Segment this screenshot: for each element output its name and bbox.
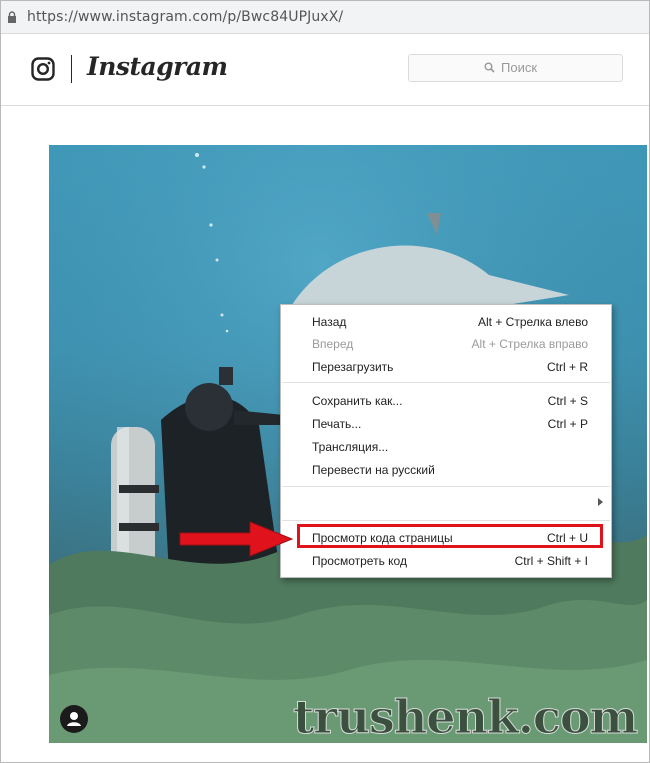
menu-item-label: Вперед	[312, 337, 354, 351]
red-arrow-icon	[179, 521, 294, 557]
menu-item-shortcut: Ctrl + P	[547, 417, 588, 431]
menu-item-label: Сохранить как...	[312, 394, 403, 408]
person-icon	[67, 712, 81, 726]
menu-item-label: Перезагрузить	[312, 360, 394, 374]
menu-item-translate[interactable]: Перевести на русский	[281, 459, 611, 481]
search-icon	[484, 62, 495, 73]
menu-item-shortcut: Alt + Стрелка вправо	[471, 337, 588, 351]
menu-item-label: Перевести на русский	[312, 463, 435, 477]
instagram-header: Instagram Поиск	[1, 35, 649, 106]
search-placeholder: Поиск	[501, 60, 538, 75]
menu-item-forward: Вперед Alt + Стрелка вправо	[281, 333, 611, 355]
watermark: trushenk.com	[292, 690, 638, 745]
lock-icon	[8, 11, 16, 23]
address-bar[interactable]: https://www.instagram.com/p/Bwc84UPJuxX/	[1, 1, 649, 34]
header-divider	[71, 55, 72, 83]
menu-item-shortcut: Alt + Стрелка влево	[477, 315, 588, 329]
menu-separator	[282, 520, 610, 521]
search-input[interactable]: Поиск	[408, 54, 623, 82]
url-text[interactable]: https://www.instagram.com/p/Bwc84UPJuxX/	[27, 9, 343, 25]
user-tag-button[interactable]	[60, 705, 88, 733]
instagram-camera-icon[interactable]	[31, 57, 55, 81]
submenu-arrow-icon	[598, 498, 603, 506]
menu-item-label: Трансляция...	[312, 440, 389, 454]
menu-item-reload[interactable]: Перезагрузить Ctrl + R	[281, 356, 611, 378]
menu-item-label: Просмотреть код	[312, 554, 407, 568]
instagram-logo[interactable]: Instagram	[87, 52, 228, 81]
menu-item-shortcut: Ctrl + S	[547, 394, 588, 408]
menu-item-cast[interactable]: Трансляция...	[281, 436, 611, 458]
menu-item-inspect[interactable]: Просмотреть код Ctrl + Shift + I	[281, 550, 611, 572]
menu-item-label: Назад	[312, 315, 347, 329]
menu-item-back[interactable]: Назад Alt + Стрелка влево	[281, 311, 611, 333]
menu-separator	[282, 486, 610, 487]
menu-item-save-as[interactable]: Сохранить как... Ctrl + S	[281, 390, 611, 412]
menu-item-label: Печать...	[312, 417, 362, 431]
view-source-highlight-box	[297, 524, 603, 548]
menu-item-submenu[interactable]	[281, 492, 611, 514]
menu-item-print[interactable]: Печать... Ctrl + P	[281, 413, 611, 435]
menu-item-shortcut: Ctrl + R	[546, 360, 588, 374]
menu-item-shortcut: Ctrl + Shift + I	[514, 554, 588, 568]
menu-separator	[282, 382, 610, 383]
